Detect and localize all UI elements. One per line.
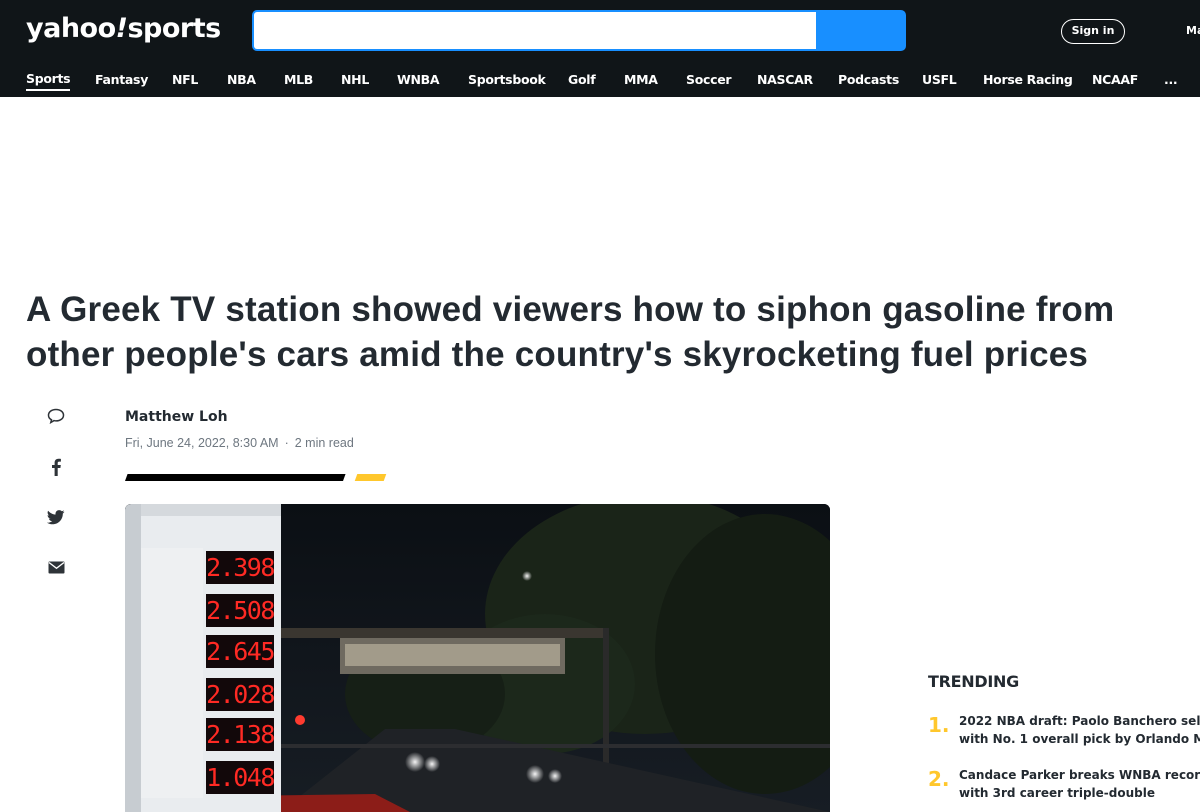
article-meta: Fri, June 24, 2022, 8:30 AM · 2 min read — [125, 436, 354, 450]
nav-item-wnba[interactable]: WNBA — [397, 69, 440, 91]
nav-item-horse-racing[interactable]: Horse Racing — [983, 69, 1073, 91]
email-icon — [48, 561, 64, 573]
fuel-price-5: 2.138 — [206, 718, 275, 751]
read-time: 2 min read — [294, 436, 354, 450]
search-input[interactable] — [252, 10, 816, 51]
nav-item-nba[interactable]: NBA — [227, 69, 256, 91]
nav-item-nascar[interactable]: NASCAR — [757, 69, 813, 91]
nav-item-fantasy[interactable]: Fantasy — [95, 69, 148, 91]
nav-item-sports[interactable]: Sports — [26, 69, 71, 91]
trending-item[interactable]: 1. 2022 NBA draft: Paolo Banchero select… — [928, 712, 1200, 748]
email-share-button[interactable] — [38, 553, 74, 581]
nav-item-mma[interactable]: MMA — [624, 69, 658, 91]
nav-item-usfl[interactable]: USFL — [922, 69, 957, 91]
nav-item-nfl[interactable]: NFL — [172, 69, 198, 91]
yahoo-sports-logo[interactable]: yahoo!sports — [26, 13, 221, 49]
facebook-share-button[interactable] — [38, 453, 74, 481]
fuel-price-6: 1.048 — [206, 761, 275, 794]
trending-line-2: with No. 1 overall pick by Orlando Magic — [959, 732, 1200, 746]
comment-icon — [47, 408, 65, 424]
byline-rule-dark — [125, 474, 346, 481]
comment-button[interactable] — [38, 402, 74, 430]
sign-in-button[interactable]: Sign in — [1061, 19, 1125, 44]
nav-item-sportsbook[interactable]: Sportsbook — [468, 69, 546, 91]
facebook-icon — [52, 458, 61, 476]
nav-item-soccer[interactable]: Soccer — [686, 69, 732, 91]
trending-line-1: Candace Parker breaks WNBA record — [959, 768, 1200, 782]
fuel-price-3: 2.645 — [206, 635, 275, 668]
trending-item[interactable]: 2. Candace Parker breaks WNBA record wit… — [928, 766, 1200, 802]
trending-link[interactable]: 2022 NBA draft: Paolo Banchero selected … — [959, 712, 1200, 748]
trending-heading: TRENDING — [928, 672, 1019, 691]
author-name[interactable]: Matthew Loh — [125, 409, 228, 425]
hero-image[interactable]: 2.398 2.508 2.645 2.028 2.138 1.048 — [125, 504, 830, 812]
nav-item-nhl[interactable]: NHL — [341, 69, 369, 91]
trending-link[interactable]: Candace Parker breaks WNBA record with 3… — [959, 766, 1200, 802]
logo-main: yahoo — [26, 13, 116, 44]
byline-rule-accent — [354, 474, 387, 481]
sports-nav: Sports Fantasy NFL NBA MLB NHL WNBA Spor… — [0, 69, 1200, 91]
trending-line-1: 2022 NBA draft: Paolo Banchero selected — [959, 714, 1200, 728]
nav-more-button[interactable]: ... — [1164, 69, 1178, 91]
trending-rank: 2. — [928, 767, 950, 791]
logo-section: sports — [127, 13, 221, 44]
mail-link[interactable]: Ma — [1186, 24, 1200, 37]
search-button[interactable] — [816, 10, 906, 51]
search-bar — [252, 10, 906, 51]
nav-item-ncaaf[interactable]: NCAAF — [1092, 69, 1138, 91]
nav-item-golf[interactable]: Golf — [568, 69, 596, 91]
headline-line-2: other people's cars amid the country's s… — [26, 335, 1089, 374]
headline-line-1: A Greek TV station showed viewers how to… — [26, 290, 1115, 329]
meta-separator: · — [284, 436, 289, 450]
nav-item-mlb[interactable]: MLB — [284, 69, 313, 91]
nav-item-podcasts[interactable]: Podcasts — [838, 69, 899, 91]
logo-bang: ! — [115, 13, 128, 44]
twitter-share-button[interactable] — [38, 503, 74, 531]
fuel-price-4: 2.028 — [206, 678, 275, 711]
top-header: yahoo!sports Sign in Ma Sports Fantasy N… — [0, 0, 1200, 97]
twitter-icon — [47, 509, 65, 524]
trending-line-2: with 3rd career triple-double — [959, 786, 1156, 800]
fuel-price-1: 2.398 — [206, 551, 275, 584]
article-headline: A Greek TV station showed viewers how to… — [26, 287, 1196, 377]
fuel-price-2: 2.508 — [206, 594, 275, 627]
trending-rank: 1. — [928, 713, 950, 737]
publish-date: Fri, June 24, 2022, 8:30 AM — [125, 436, 279, 450]
